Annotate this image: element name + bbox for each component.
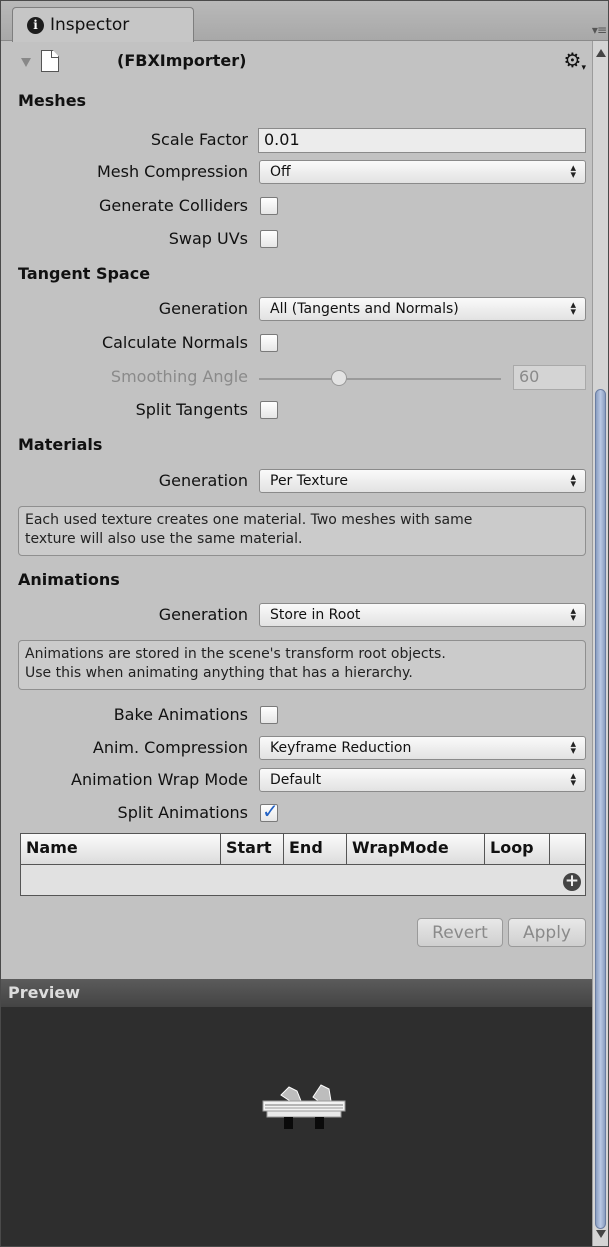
select-arrows-icon: ▴ ▾ [570,604,576,624]
calculate-normals-label: Calculate Normals [101,333,248,352]
section-meshes: Meshes [18,91,87,110]
tab-inspector[interactable]: i Inspector [12,7,194,42]
info-icon: i [27,16,44,34]
materials-help-line-2: texture will also use the same material. [25,531,303,547]
column-loop: Loop [485,834,550,865]
section-animations: Animations [18,570,120,589]
select-arrows-icon: ▴ ▾ [570,769,576,789]
tab-menu-icon[interactable]: ▾≡ [592,23,607,37]
scroll-down-arrow-icon[interactable] [596,1230,606,1238]
swap-uvs-checkbox[interactable] [260,230,278,248]
smoothing-angle-slider-track[interactable] [259,378,501,380]
mesh-compression-label: Mesh Compression [96,162,248,181]
tangent-generation-label: Generation [158,299,248,318]
select-arrows-icon: ▴ ▾ [570,737,576,757]
tab-label: Inspector [50,15,130,35]
tangent-generation-value: All (Tangents and Normals) [270,301,459,317]
mesh-compression-value: Off [270,164,291,180]
split-tangents-checkbox[interactable] [260,401,278,419]
materials-help-box: Each used texture creates one material. … [18,506,586,556]
column-end: End [284,834,347,865]
materials-generation-value: Per Texture [270,473,349,489]
split-animations-label: Split Animations [117,803,248,822]
anim-compression-label: Anim. Compression [92,738,248,757]
select-arrows-icon: ▴ ▾ [570,161,576,181]
model-icon [262,1084,346,1129]
column-name: Name [21,834,221,865]
wrap-mode-value: Default [270,772,322,788]
preview-model-image [262,1084,346,1129]
bake-animations-label: Bake Animations [113,705,248,724]
section-tangent-space: Tangent Space [18,264,151,283]
generate-colliders-checkbox[interactable] [260,197,278,215]
revert-button[interactable]: Revert [417,918,503,947]
split-animations-table: Name Start End WrapMode Loop + [20,833,586,896]
component-header: (FBXImporter) ⚙▾ [1,41,592,81]
section-materials: Materials [18,435,103,454]
gear-icon[interactable]: ⚙▾ [564,48,586,73]
file-fold-icon [51,50,59,58]
smoothing-angle-label: Smoothing Angle [110,367,248,386]
animations-generation-label: Generation [158,605,248,624]
animations-generation-select[interactable]: Store in Root ▴ ▾ [259,603,586,627]
animations-help-box: Animations are stored in the scene's tra… [18,640,586,690]
generate-colliders-label: Generate Colliders [98,196,248,215]
scale-factor-input[interactable]: 0.01 [258,128,586,153]
materials-generation-label: Generation [158,471,248,490]
bake-animations-checkbox[interactable] [260,706,278,724]
split-tangents-label: Split Tangents [135,400,248,419]
vertical-scrollbar[interactable] [592,41,608,1246]
wrap-mode-select[interactable]: Default ▴ ▾ [259,768,586,792]
anim-compression-value: Keyframe Reduction [270,740,412,756]
animations-generation-value: Store in Root [270,607,361,623]
materials-help-line-1: Each used texture creates one material. … [25,512,473,528]
animations-help-line-2: Use this when animating anything that ha… [25,665,413,681]
inspector-window: i Inspector ▾≡ (FBXImporter) ⚙▾ Meshes S… [0,0,609,1247]
scale-factor-label: Scale Factor [150,130,248,149]
split-table-header: Name Start End WrapMode Loop [21,834,585,865]
materials-generation-select[interactable]: Per Texture ▴ ▾ [259,469,586,493]
tab-strip: i Inspector ▾≡ [1,1,608,42]
scrollbar-thumb[interactable] [595,389,606,1229]
anim-compression-select[interactable]: Keyframe Reduction ▴ ▾ [259,736,586,760]
smoothing-angle-input[interactable]: 60 [513,365,586,390]
select-arrows-icon: ▴ ▾ [570,298,576,318]
component-title: (FBXImporter) [117,51,247,70]
collapse-triangle-icon[interactable] [21,58,31,67]
plus-icon[interactable]: + [563,873,581,891]
smoothing-angle-slider-thumb[interactable] [330,370,347,386]
tangent-generation-select[interactable]: All (Tangents and Normals) ▴ ▾ [259,297,586,321]
column-wrapmode: WrapMode [347,834,485,865]
mesh-compression-select[interactable]: Off ▴ ▾ [259,160,586,184]
wrap-mode-label: Animation Wrap Mode [71,770,248,789]
scroll-up-arrow-icon[interactable] [596,49,606,57]
preview-header: Preview [1,979,592,1007]
calculate-normals-checkbox[interactable] [260,334,278,352]
split-animations-checkbox[interactable] [260,799,279,823]
select-arrows-icon: ▴ ▾ [570,470,576,490]
swap-uvs-label: Swap UVs [168,229,248,248]
animations-help-line-1: Animations are stored in the scene's tra… [25,646,446,662]
column-start: Start [221,834,284,865]
preview-viewport[interactable] [1,1007,592,1246]
apply-button[interactable]: Apply [508,918,586,947]
